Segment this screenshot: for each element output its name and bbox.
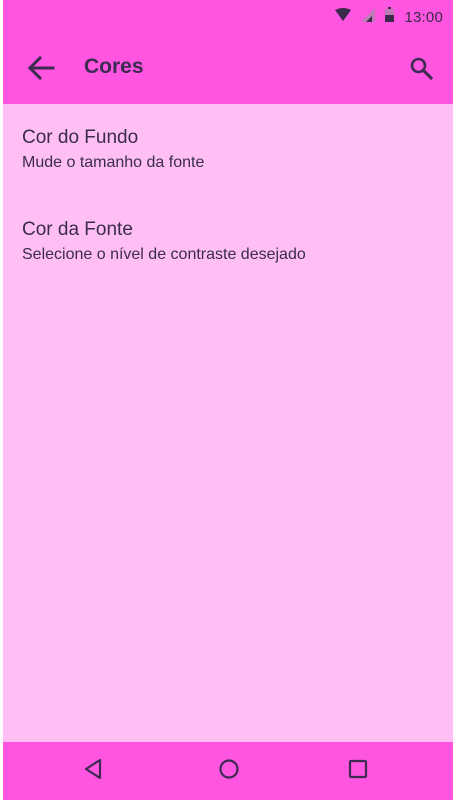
pref-title: Cor da Fonte (22, 219, 133, 240)
arrow-back-icon (27, 55, 55, 85)
pref-summary: Mude o tamanho da fonte (22, 154, 205, 171)
search-icon (409, 56, 434, 85)
pref-summary: Selecione o nível de contraste desejado (22, 246, 306, 263)
wifi-icon (335, 7, 352, 27)
battery-icon (385, 7, 395, 27)
nav-back-icon (83, 758, 103, 785)
pref-title: Cor do Fundo (22, 127, 139, 148)
status-time: 13:00 (404, 8, 443, 26)
signal-icon (361, 7, 376, 27)
page-title: Cores (84, 55, 144, 78)
nav-recents-button[interactable] (343, 756, 373, 786)
nav-home-icon (218, 758, 240, 785)
bottom-edge (0, 800, 455, 804)
nav-home-button[interactable] (214, 756, 244, 786)
nav-recents-icon (348, 759, 368, 784)
status-bar: 13:00 (3, 0, 453, 34)
search-button[interactable] (403, 52, 439, 88)
app-bar: Cores (3, 34, 453, 104)
back-button[interactable] (23, 52, 59, 88)
pref-item-font-color[interactable]: Cor da Fonte Selecione o nível de contra… (3, 218, 453, 266)
status-icons: 13:00 (335, 7, 443, 27)
nav-back-button[interactable] (78, 756, 108, 786)
pref-item-background-color[interactable]: Cor do Fundo Mude o tamanho da fonte (3, 126, 453, 174)
screen: 13:00 Cores Cor do Fundo Mude o tamanho … (0, 0, 455, 804)
preferences-list: Cor do Fundo Mude o tamanho da fonte Cor… (3, 104, 453, 742)
navigation-bar (3, 742, 453, 800)
